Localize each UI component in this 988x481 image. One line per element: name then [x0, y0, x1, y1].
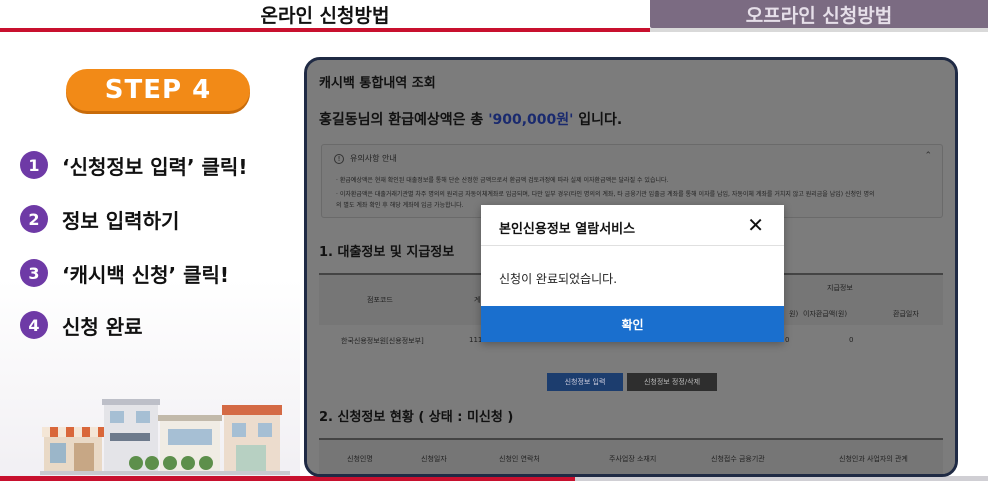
info-icon: ! [334, 153, 344, 164]
apply-info-input-button[interactable]: 신청정보 입력 [547, 373, 623, 391]
step-number: 3 [20, 259, 48, 287]
completion-modal: 본인신용정보 열람서비스 ✕ 신청이 완료되었습니다. 확인 [481, 205, 784, 342]
town-illustration [40, 399, 290, 475]
step-item-3: 3 ‘캐시백 신청’ 클릭! [20, 258, 229, 288]
screen-title: 캐시백 통합내역 조회 [319, 76, 436, 91]
notice-line: 의 별도 계좌 확인 후 해당 계좌에 입금 가능합니다. [336, 202, 464, 209]
cell-store: 한국신용정보원[신용정보부] [341, 337, 424, 345]
header-applicant-name: 신청인명 [347, 455, 373, 463]
header-refund-date: 환급일자 [893, 310, 919, 318]
step-item-4: 4 신청 완료 [20, 310, 143, 340]
header-won: 원) [789, 310, 799, 318]
cell-mid: 0 [785, 336, 790, 344]
step-text: 신청 완료 [62, 314, 143, 339]
step-number: 4 [20, 311, 48, 339]
header-apply-date: 신청일자 [421, 455, 447, 463]
close-icon[interactable]: ✕ [747, 213, 764, 237]
header-pay-info: 지급정보 [827, 284, 853, 292]
tab-online-method[interactable]: 온라인 신청방법 [0, 0, 650, 28]
header-interest-refund: 이자환급액(원) [803, 310, 848, 318]
modal-divider [481, 245, 784, 246]
step-item-1: 1 ‘신청정보 입력’ 클릭! [20, 150, 247, 180]
modal-message: 신청이 완료되었습니다. [499, 272, 618, 286]
step-text: ‘신청정보 입력’ 클릭! [62, 154, 248, 179]
refund-amount: '900,000원' [488, 112, 574, 128]
refund-prefix: 홍길동님의 환급예상액은 총 [319, 112, 489, 128]
header-main-workplace: 주사업장 소재지 [609, 455, 657, 463]
notice-line: · 이자환급액은 대출거래기관별 차주 명의의 원리금 자동이체계좌로 입금되며… [336, 191, 875, 198]
refund-suffix: 입니다. [573, 112, 623, 128]
application-status-table: 신청인명 신청일자 신청인 연락처 주사업장 소재지 신청접수 금융기관 신청인… [319, 438, 943, 474]
step-item-2: 2 정보 입력하기 [20, 204, 179, 234]
header-applicant-contact: 신청인 연락처 [499, 455, 540, 463]
cell-interest: 0 [849, 336, 854, 344]
top-tab-bar: 온라인 신청방법 오프라인 신청방법 [0, 0, 988, 32]
section-loan-info-title: 1. 대출정보 및 지급정보 [319, 245, 455, 260]
tab-offline-underline [650, 28, 988, 32]
step-text: ‘캐시백 신청’ 클릭! [62, 262, 230, 287]
header-account: 계 [474, 296, 481, 304]
refund-summary: 홍길동님의 환급예상액은 총 '900,000원' 입니다. [319, 109, 622, 129]
notice-line: · 환급예상액은 현재 확인된 대출정보를 통해 단순 산정한 금액으로서 환급… [336, 177, 669, 184]
step-text: 정보 입력하기 [62, 208, 180, 233]
chevron-up-icon[interactable]: ⌃ [924, 151, 932, 161]
modal-title: 본인신용정보 열람서비스 [499, 222, 636, 237]
header-relationship: 신청인과 사업자의 관계 [839, 455, 908, 463]
apply-info-edit-button[interactable]: 신청정보 정정/삭제 [627, 373, 717, 391]
step-number: 2 [20, 205, 48, 233]
notice-heading: ! 유의사항 안내 [334, 153, 397, 164]
step-badge: STEP 4 [66, 69, 250, 111]
notice-heading-text: 유의사항 안내 [350, 154, 397, 163]
header-store-code: 점포코드 [367, 296, 393, 304]
header-receiving-institution: 신청접수 금융기관 [711, 455, 765, 463]
step-number: 1 [20, 151, 48, 179]
confirm-button[interactable]: 확인 [481, 306, 784, 342]
tab-offline-method[interactable]: 오프라인 신청방법 [650, 0, 988, 28]
section-application-status-title: 2. 신청정보 현황 ( 상태 : 미신청 ) [319, 410, 514, 425]
